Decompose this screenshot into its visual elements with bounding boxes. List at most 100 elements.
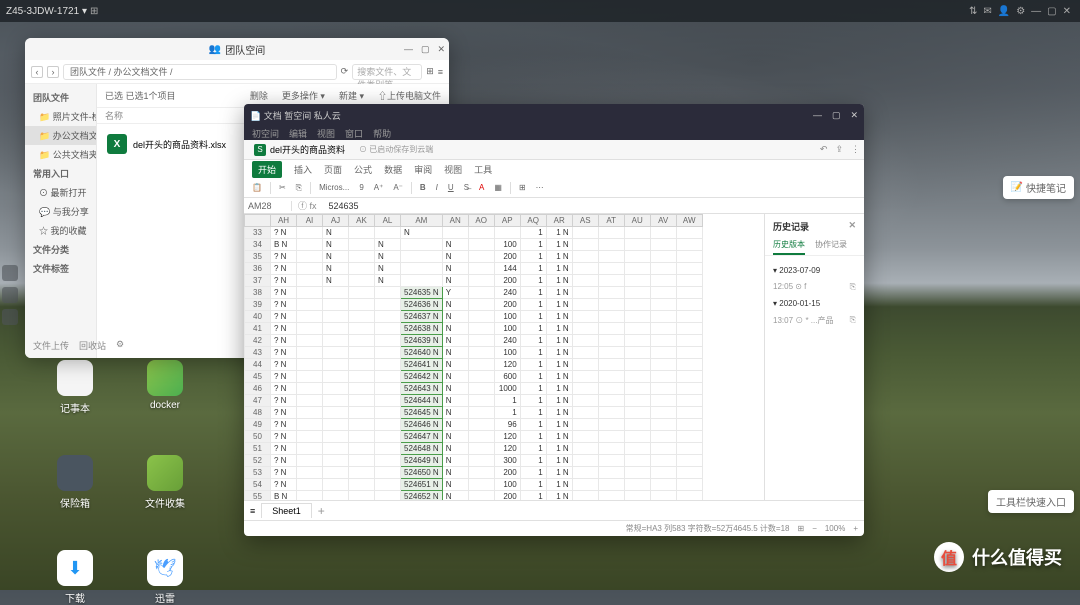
tab-tools[interactable]: 工具 [474,163,492,176]
font-select[interactable]: Micros... [317,183,351,192]
history-panel: 历史记录✕ 历史版本 协作记录 ▾ 2023-07-09 12:05 ⊙ f⎘ … [764,214,864,500]
ss-close-icon[interactable]: ✕ [850,110,858,121]
desktop-icon-filecollect[interactable]: 文件收集 [140,455,190,510]
menu-item[interactable]: 初空间 [252,127,279,140]
size-select[interactable]: 9 [357,183,365,192]
more-icon[interactable]: ⋯ [534,183,546,192]
refresh-icon[interactable]: ⟳ [341,66,349,77]
formula-field[interactable]: 524635 [323,201,365,211]
desktop-icon-xunlei[interactable]: 🕊迅雷 [140,550,190,605]
border-icon[interactable]: ⊞ [517,183,528,192]
tab-review[interactable]: 审阅 [414,163,432,176]
upload-button[interactable]: ⇧上传电脑文件 [378,89,441,102]
cut-icon[interactable]: ✂ [277,183,288,192]
tab-formula[interactable]: 公式 [354,163,372,176]
bold-icon[interactable]: B [418,183,428,192]
sidebar-item-shared[interactable]: 💬 与我分享 [25,202,96,221]
close-panel-icon[interactable]: ✕ [848,220,856,233]
color-icon[interactable]: A [477,183,486,192]
new-button[interactable]: 新建 ▾ [339,89,364,102]
ss-max-icon[interactable]: ▢ [832,110,841,121]
fm-close-icon[interactable]: ✕ [437,44,445,55]
close-icon[interactable]: ✕ [1063,6,1071,17]
ss-min-icon[interactable]: — [813,110,822,121]
sheet-tab[interactable]: Sheet1 [261,503,312,518]
history-entry[interactable]: 13:07 ⊙ * ...产品⎘ [773,312,856,329]
zoom-in-icon[interactable]: + [853,524,858,533]
menu-item[interactable]: 帮助 [373,127,391,140]
settings-icon[interactable]: ⚙ [1016,6,1025,17]
restore-icon[interactable]: ⎘ [850,282,856,292]
settings-icon[interactable]: ⚙ [116,339,124,352]
strike-icon[interactable]: S̶ [462,183,471,192]
desktop-icon-docker[interactable]: docker [140,360,190,415]
restore-icon[interactable]: ⎘ [850,315,856,326]
trash-link[interactable]: 回收站 [79,339,106,352]
desktop-icon-download[interactable]: ⬇下载 [50,550,100,605]
delete-button[interactable]: 删除 [250,89,268,102]
tab-page[interactable]: 页面 [324,163,342,176]
dock-item[interactable] [2,265,18,281]
dec-icon[interactable]: A⁻ [391,183,405,192]
transfer-link[interactable]: 文件上传 [33,339,69,352]
fm-max-icon[interactable]: ▢ [421,44,430,55]
menu-item[interactable]: 视图 [317,127,335,140]
tab-insert[interactable]: 插入 [294,163,312,176]
path-field[interactable]: 团队文件 / 办公文档文件 / [63,64,337,80]
history-entry[interactable]: 12:05 ⊙ f⎘ [773,279,856,295]
dock-item[interactable] [2,309,18,325]
forward-button[interactable]: › [47,66,59,78]
ss-titlebar[interactable]: 📄 文档 暂空间 私人云 —▢✕ [244,104,864,126]
view-icon[interactable]: ≡ [438,67,443,77]
sidebar-item-public[interactable]: 📁 公共文档夹 [25,145,96,164]
minimize-icon[interactable]: — [1031,6,1041,17]
sync-icon[interactable]: ⇅ [969,6,977,17]
more-button[interactable]: 更多操作 ▾ [282,89,325,102]
spreadsheet-grid[interactable]: AHAIAJAKALAMANAOAPAQARASATAUAVAW33? NNN1… [244,214,764,500]
tab-start[interactable]: 开始 [252,161,282,178]
sidebar-item-recent[interactable]: ⊙ 最新打开 [25,183,96,202]
search-input[interactable]: 搜索文件、文件类别等 [352,64,422,80]
dock-item[interactable] [2,287,18,303]
filter-icon[interactable]: ⊞ [426,66,434,77]
copy-icon[interactable]: ⎘ [294,183,304,193]
italic-icon[interactable]: I [434,183,440,192]
toolbox-button[interactable]: 工具栏快速入口 [988,490,1074,513]
zoom-out-icon[interactable]: − [812,524,817,533]
more-icon[interactable]: ⋮ [851,144,860,155]
add-sheet-icon[interactable]: + [318,504,325,518]
fx-icon[interactable]: ⓕ fx [292,199,323,212]
underline-icon[interactable]: U [446,183,456,192]
tab-view[interactable]: 视图 [444,163,462,176]
history-date[interactable]: ▾ 2023-07-09 [773,266,856,275]
document-tab[interactable]: S del开头的商品资料 [248,143,351,156]
sidebar-item-fav[interactable]: ☆ 我的收藏 [25,221,96,240]
inc-icon[interactable]: A⁺ [372,183,386,192]
maximize-icon[interactable]: ▢ [1047,6,1056,17]
share-icon[interactable]: ⇪ [835,144,843,155]
undo-icon[interactable]: ↶ [820,144,828,155]
back-button[interactable]: ‹ [31,66,43,78]
menu-icon[interactable]: ≡ [250,506,255,516]
host-name[interactable]: Z45-3JDW-1721 ▾ [6,6,87,17]
quick-notes-button[interactable]: 📝 快捷笔记 [1003,176,1074,199]
paste-icon[interactable]: 📋 [250,183,264,192]
mail-icon[interactable]: ✉ [983,6,991,17]
view-icon[interactable]: ⊞ [797,524,804,533]
fm-min-icon[interactable]: — [404,44,413,55]
tab-collab[interactable]: 协作记录 [815,239,847,255]
tab-data[interactable]: 数据 [384,163,402,176]
sidebar-item-photos[interactable]: 📁 照片文件-检测注 [25,107,96,126]
apps-icon[interactable]: ⊞ [90,6,98,17]
name-box[interactable]: AM28 [244,201,292,211]
menu-item[interactable]: 窗口 [345,127,363,140]
fm-titlebar[interactable]: 👥团队空间 —▢✕ [25,38,449,60]
desktop-icon-notes[interactable]: 记事本 [50,360,100,415]
sidebar-item-office[interactable]: 📁 办公文档文件 [25,126,96,145]
fill-icon[interactable]: ▦ [492,183,504,192]
user-icon[interactable]: 👤 [998,6,1010,17]
history-date[interactable]: ▾ 2020-01-15 [773,299,856,308]
tab-history[interactable]: 历史版本 [773,239,805,255]
desktop-icon-safe[interactable]: 保险箱 [50,455,100,510]
menu-item[interactable]: 编辑 [289,127,307,140]
